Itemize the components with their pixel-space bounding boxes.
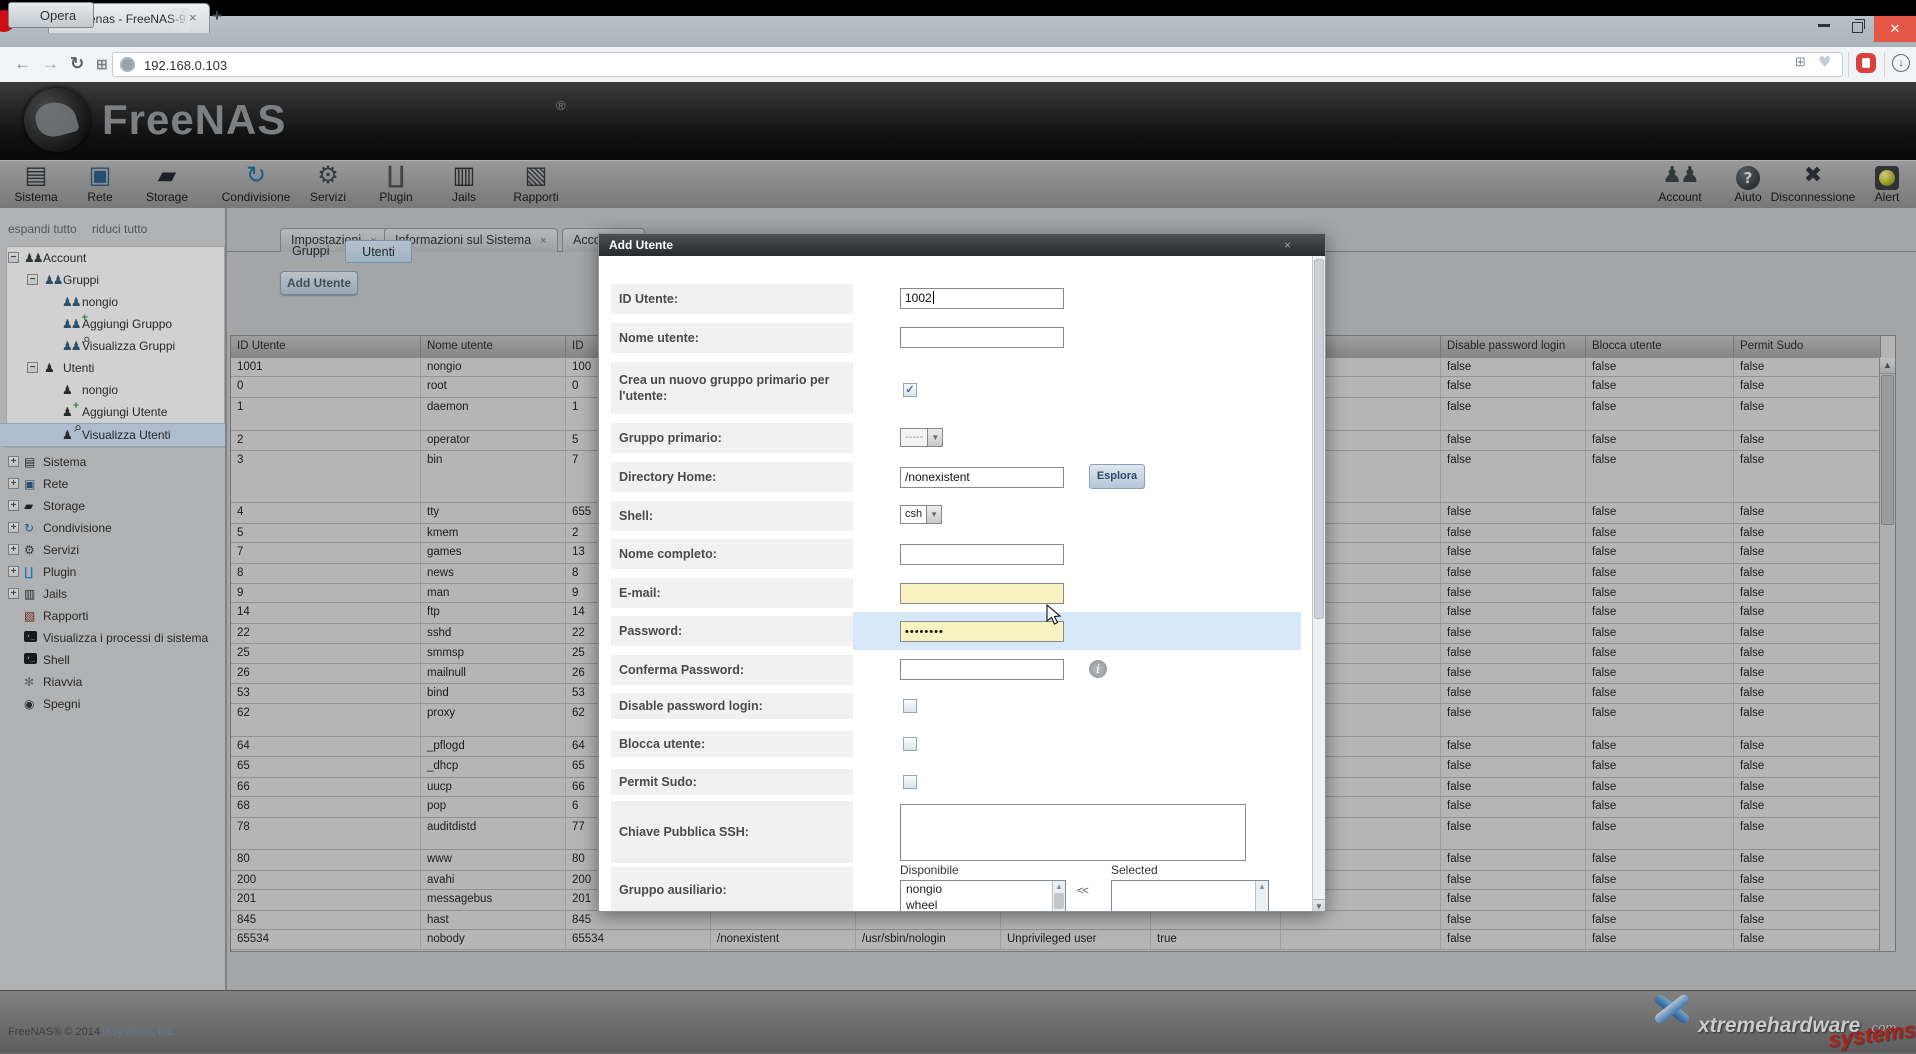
available-listbox[interactable]: nongiowheel ▲ <box>900 880 1066 912</box>
mouse-cursor <box>1046 604 1066 626</box>
dialog-scrollbar[interactable]: ▼ <box>1312 256 1325 912</box>
selected-listbox[interactable]: ▲ <box>1111 880 1269 912</box>
window-restore-button[interactable] <box>1852 22 1863 33</box>
site-badge-icon[interactable] <box>120 57 135 72</box>
permit-sudo-checkbox[interactable] <box>903 775 917 789</box>
field-label: Gruppo ausiliario: <box>611 867 853 912</box>
field-label: ID Utente: <box>611 284 853 314</box>
esplora-button[interactable]: Esplora <box>1089 464 1145 489</box>
directory-home-input[interactable]: /nonexistent <box>900 467 1064 488</box>
field-label: E-mail: <box>611 578 853 608</box>
chevron-down-icon[interactable]: ▼ <box>926 505 942 524</box>
field-label: Blocca utente: <box>611 731 853 757</box>
gruppo-primario-select[interactable]: -----▼ <box>900 428 943 447</box>
speed-dial-icon[interactable]: ⊞ <box>96 56 108 73</box>
field-label: Password: <box>611 616 853 646</box>
listbox-scrollbar[interactable]: ▲ <box>1052 881 1065 912</box>
screen: { "browser": { "menu_label": "Opera", "t… <box>0 0 1916 1053</box>
field-label: Chiave Pubblica SSH: <box>611 801 853 863</box>
field-label: Conferma Password: <box>611 655 853 685</box>
browser-top-strip <box>0 0 1916 16</box>
scroll-up-icon[interactable]: ▲ <box>1256 882 1268 891</box>
e-mail-input[interactable] <box>900 583 1064 604</box>
list-item[interactable]: wheel <box>901 897 1065 912</box>
field-label: Nome completo: <box>611 539 853 569</box>
field-label: Disable password login: <box>611 693 853 719</box>
scroll-up-icon[interactable]: ▲ <box>1053 882 1065 891</box>
id-utente-input[interactable]: 1002 <box>900 288 1064 309</box>
divider <box>1848 52 1849 77</box>
opera-badge-icon[interactable] <box>1856 53 1876 73</box>
nome-utente-input[interactable] <box>900 327 1064 348</box>
dialog-close-icon[interactable]: × <box>1284 238 1291 252</box>
chiave-pubblica-ssh-textarea[interactable] <box>900 804 1246 861</box>
nome-completo-input[interactable] <box>900 544 1064 565</box>
text-caret <box>933 291 934 304</box>
scrollbar-thumb[interactable] <box>1054 893 1064 909</box>
browser-tab-bar <box>0 16 1916 48</box>
forward-icon[interactable]: → <box>42 54 59 74</box>
password-dots: •••••••• <box>905 626 944 638</box>
field-label: Permit Sudo: <box>611 769 853 795</box>
select-value: csh <box>900 505 926 524</box>
dialog-scrollbar-thumb[interactable] <box>1314 259 1324 619</box>
info-icon[interactable]: i <box>1089 660 1107 678</box>
shell-select[interactable]: csh▼ <box>900 505 942 524</box>
dialog-title-bar[interactable]: Add Utente <box>599 234 1325 256</box>
available-label: Disponibile <box>900 863 959 877</box>
window-minimize-button[interactable] <box>1818 24 1830 27</box>
opera-menu-button[interactable]: Opera <box>8 2 94 28</box>
password-input[interactable]: •••••••• <box>900 621 1064 642</box>
field-label: Directory Home: <box>611 462 853 492</box>
bookmark-heart-icon[interactable]: ♥ <box>1818 55 1831 70</box>
move-left-button[interactable]: << <box>1077 885 1088 897</box>
window-close-button[interactable]: ✕ <box>1874 16 1916 42</box>
back-icon[interactable]: ← <box>14 54 31 74</box>
disable-password-login-checkbox[interactable] <box>903 699 917 713</box>
url-field[interactable] <box>112 52 1843 77</box>
field-label: Nome utente: <box>611 323 853 353</box>
listbox-scrollbar[interactable]: ▲ <box>1255 881 1268 912</box>
url-text: 192.168.0.103 <box>144 58 227 73</box>
extensions-grid-icon[interactable]: ⊞ <box>1795 56 1806 69</box>
field-label: Crea un nuovo gruppo primario per l'uten… <box>611 362 853 414</box>
selected-label: Selected <box>1111 863 1158 877</box>
field-label: Shell: <box>611 501 853 531</box>
blocca-utente-checkbox[interactable] <box>903 737 917 751</box>
new-tab-button[interactable]: + <box>212 6 222 26</box>
reload-icon[interactable]: ↻ <box>70 54 84 74</box>
chevron-down-icon[interactable]: ▼ <box>927 428 943 447</box>
divider <box>1884 52 1885 77</box>
tab-title-fade <box>167 8 189 32</box>
select-value: ----- <box>900 428 927 447</box>
download-icon[interactable]: ↓ <box>1892 54 1910 72</box>
field-label: Gruppo primario: <box>611 423 853 453</box>
conferma-password-input[interactable] <box>900 659 1064 680</box>
tab-close-icon[interactable]: × <box>189 10 197 25</box>
scroll-down-icon[interactable]: ▼ <box>1313 899 1325 912</box>
list-item[interactable]: nongio <box>901 881 1065 897</box>
crea-un-nuovo-gruppo-primario-per-l-utente-checkbox[interactable]: ✓ <box>903 383 917 397</box>
add-utente-dialog: Add Utente × ID Utente: 1002 Nome utente: C… <box>598 233 1326 912</box>
